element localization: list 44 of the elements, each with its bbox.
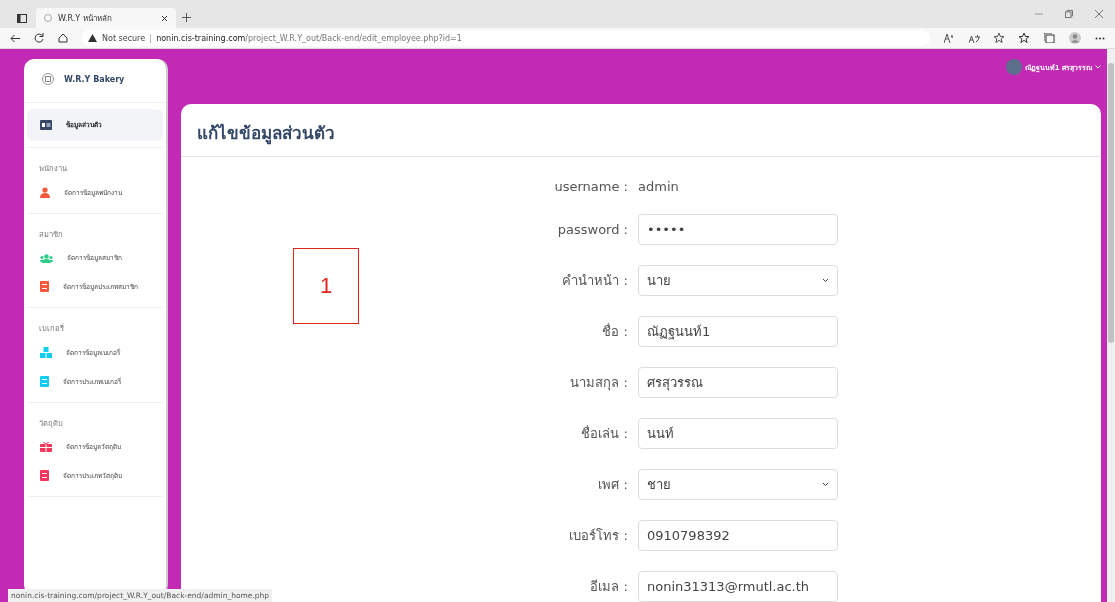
input-field[interactable]: ศรสุวรรณ (638, 367, 838, 398)
field-label: อีเมล : (590, 578, 628, 596)
field-label: นามสกุล : (570, 374, 628, 393)
brand-name: W.R.Y Bakery (64, 74, 125, 84)
input-field[interactable]: ณัฏฐนนท์1 (638, 316, 838, 347)
translate-icon[interactable] (969, 33, 980, 43)
more-icon[interactable] (1095, 36, 1105, 40)
field-label: ชื่อ : (602, 322, 628, 341)
field-label: เพศ : (598, 476, 628, 494)
refresh-icon[interactable] (34, 33, 44, 43)
warning-icon (88, 34, 97, 42)
profile-icon[interactable] (1069, 32, 1081, 44)
caret-icon (822, 482, 829, 487)
read-aloud-icon[interactable] (944, 33, 955, 43)
new-tab-icon[interactable] (182, 13, 191, 22)
username-value: admin (638, 179, 680, 194)
password-field[interactable]: ••••• (638, 214, 838, 245)
home-icon[interactable] (58, 33, 68, 43)
input-field[interactable]: นนท์ (638, 418, 838, 449)
close-icon[interactable] (161, 14, 168, 22)
field-label: username : (554, 179, 628, 193)
input-field[interactable]: 0910798392 (638, 520, 838, 551)
field-label: คำนำหน้า : (562, 272, 628, 290)
favorites-icon[interactable] (1019, 33, 1030, 43)
field-label: ชื่อเล่น : (581, 424, 628, 443)
chevron-down-icon (1095, 65, 1101, 69)
bakery-logo-icon (42, 73, 54, 85)
star-add-icon[interactable] (994, 33, 1005, 43)
page-title: แก้ไขข้อมูลส่วนตัว (181, 104, 1101, 157)
select-field[interactable]: นาย (638, 265, 838, 296)
field-label: password : (557, 221, 628, 239)
select-field[interactable]: ชาย (638, 469, 838, 500)
tab-list-icon[interactable] (17, 13, 27, 23)
back-icon[interactable] (10, 33, 20, 43)
avatar (1005, 59, 1022, 75)
collections-icon[interactable] (1044, 33, 1055, 43)
browser-tab[interactable]: W.R.Y หน้าหลัก (36, 8, 176, 28)
annotation-box: 1 (293, 248, 359, 324)
caret-icon (822, 278, 829, 283)
restore-icon[interactable] (1065, 10, 1073, 18)
input-field[interactable]: nonin31313@rmutl.ac.th (638, 571, 838, 602)
globe-icon (44, 14, 52, 22)
field-label: เบอร์โทร : (569, 527, 628, 545)
address-bar[interactable]: Not secure nonin.cis-training.com/project_W.R.Y_out/Back-end/edit_employee.php?id=1 (82, 30, 930, 46)
